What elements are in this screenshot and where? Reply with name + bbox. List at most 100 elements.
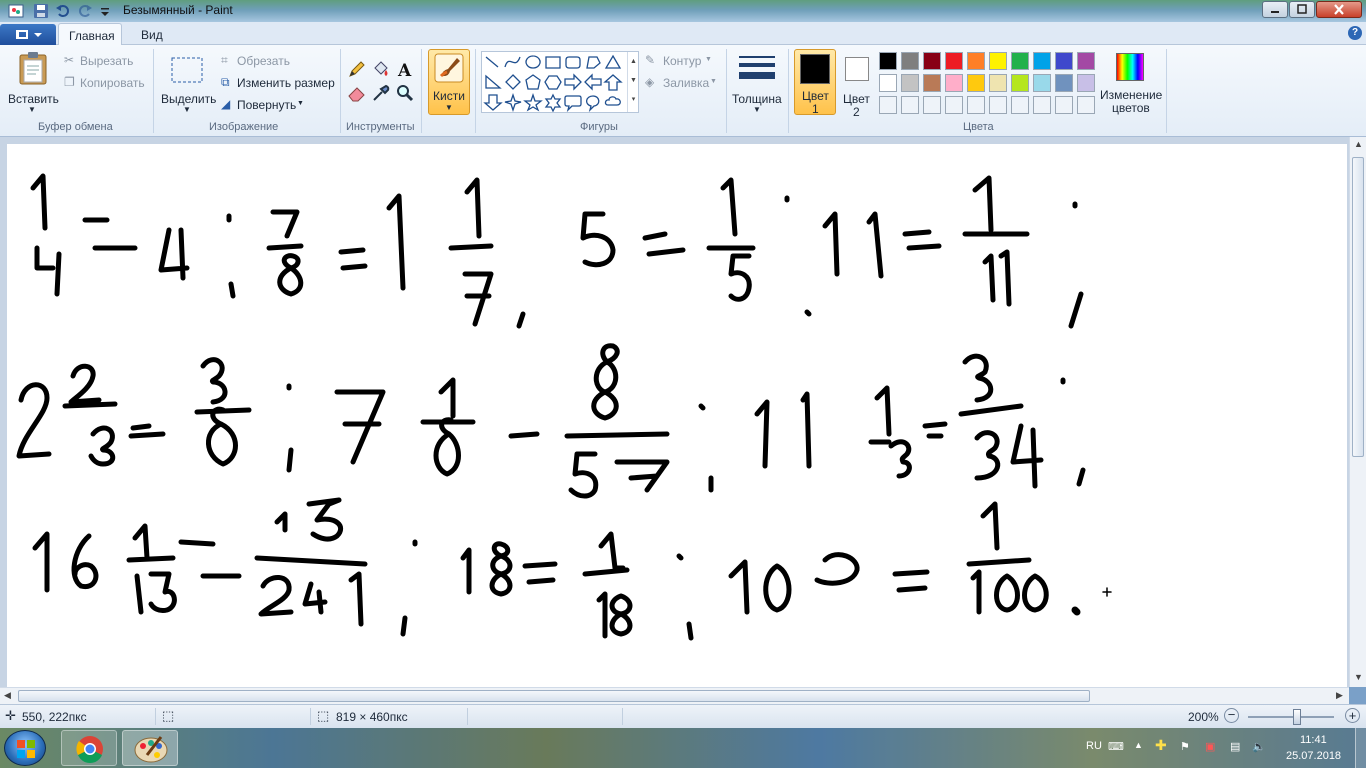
palette-swatch[interactable] bbox=[879, 52, 897, 70]
palette-swatch[interactable] bbox=[1011, 52, 1029, 70]
palette-swatch-empty[interactable] bbox=[901, 96, 919, 114]
palette-swatch[interactable] bbox=[879, 74, 897, 92]
oval-callout-shape-icon[interactable] bbox=[586, 95, 600, 113]
clock-date[interactable]: 25.07.2018 bbox=[1286, 750, 1341, 762]
action-center-flag-icon[interactable]: ⚑ bbox=[1180, 740, 1190, 753]
taskbar-paint[interactable] bbox=[122, 730, 178, 766]
vertical-scrollbar[interactable]: ▲ ▼ bbox=[1349, 137, 1366, 687]
triangle-shape-icon[interactable] bbox=[604, 54, 622, 69]
palette-swatch[interactable] bbox=[1033, 74, 1051, 92]
shapes-scroll[interactable]: ▲ ▼ ▾ bbox=[627, 52, 639, 112]
palette-swatch[interactable] bbox=[923, 74, 941, 92]
cut-button[interactable]: ✂ Вырезать bbox=[62, 53, 142, 71]
right-triangle-shape-icon[interactable] bbox=[485, 74, 502, 89]
zoom-slider-thumb[interactable] bbox=[1293, 709, 1301, 725]
palette-swatch[interactable] bbox=[1033, 52, 1051, 70]
palette-swatch-empty[interactable] bbox=[1011, 96, 1029, 114]
palette-swatch-empty[interactable] bbox=[967, 96, 985, 114]
vertical-scroll-thumb[interactable] bbox=[1352, 157, 1364, 457]
keyboard-icon[interactable]: ⌨ bbox=[1108, 740, 1124, 753]
file-menu-button[interactable] bbox=[0, 24, 56, 45]
rounded-rectangle-shape-icon[interactable] bbox=[565, 56, 581, 69]
horizontal-scrollbar[interactable]: ◀ ▶ bbox=[0, 687, 1349, 704]
palette-swatch-empty[interactable] bbox=[1055, 96, 1073, 114]
palette-swatch[interactable] bbox=[901, 52, 919, 70]
save-icon[interactable] bbox=[33, 3, 49, 19]
app-icon[interactable] bbox=[8, 3, 24, 19]
scroll-down-icon[interactable]: ▼ bbox=[1354, 672, 1363, 682]
zoom-out-icon[interactable]: − bbox=[1224, 708, 1239, 723]
maximize-button[interactable] bbox=[1289, 1, 1315, 18]
palette-swatch[interactable] bbox=[1055, 52, 1073, 70]
undo-icon[interactable] bbox=[55, 3, 71, 19]
five-point-star-shape-icon[interactable] bbox=[523, 92, 543, 112]
copy-button[interactable]: ❐ Копировать bbox=[62, 75, 148, 93]
pencil-tool[interactable] bbox=[347, 59, 367, 79]
down-arrow-shape-icon[interactable] bbox=[483, 94, 503, 111]
palette-swatch-empty[interactable] bbox=[923, 96, 941, 114]
rounded-callout-shape-icon[interactable] bbox=[564, 95, 582, 113]
palette-swatch[interactable] bbox=[967, 74, 985, 92]
color1-button[interactable]: Цвет 1 bbox=[794, 49, 836, 116]
left-arrow-shape-icon[interactable] bbox=[584, 73, 602, 91]
network-icon[interactable]: ▤ bbox=[1230, 740, 1240, 753]
up-arrow-shape-icon[interactable] bbox=[603, 74, 623, 91]
size-button[interactable]: Толщина ▼ bbox=[731, 49, 783, 115]
zoom-slider[interactable] bbox=[1248, 709, 1334, 725]
palette-swatch[interactable] bbox=[901, 74, 919, 92]
line-shape-icon[interactable] bbox=[485, 56, 499, 68]
help-icon[interactable]: ? bbox=[1348, 26, 1362, 40]
palette-swatch-empty[interactable] bbox=[1077, 96, 1095, 114]
close-button[interactable] bbox=[1316, 1, 1362, 18]
palette-swatch-empty[interactable] bbox=[1033, 96, 1051, 114]
scroll-left-icon[interactable]: ◀ bbox=[4, 690, 11, 701]
select-button[interactable]: Выделить ▼ bbox=[159, 49, 216, 115]
crop-button[interactable]: ⌗ Обрезать bbox=[219, 53, 299, 71]
edit-colors-button[interactable]: Изменение цветов bbox=[1100, 49, 1162, 115]
magnifier-tool[interactable] bbox=[395, 83, 415, 103]
resize-button[interactable]: ⧉ Изменить размер bbox=[219, 75, 335, 93]
text-tool[interactable]: A bbox=[395, 59, 415, 81]
color2-button[interactable]: Цвет 2 bbox=[838, 49, 876, 119]
quick-access-dropdown-icon[interactable] bbox=[97, 3, 113, 19]
drawing-canvas[interactable] bbox=[7, 144, 1347, 687]
tab-home[interactable]: Главная bbox=[58, 23, 122, 46]
scroll-up-icon[interactable]: ▲ bbox=[1354, 139, 1363, 149]
palette-swatch[interactable] bbox=[923, 52, 941, 70]
update-icon[interactable]: ✚ bbox=[1155, 737, 1167, 754]
palette-swatch[interactable] bbox=[1077, 74, 1095, 92]
fill-button[interactable]: ◈ Заливка ▼ bbox=[645, 75, 721, 93]
four-point-star-shape-icon[interactable] bbox=[504, 92, 522, 113]
palette-swatch[interactable] bbox=[1077, 52, 1095, 70]
shapes-gallery[interactable]: ▲ ▼ ▾ bbox=[481, 51, 639, 113]
horizontal-scroll-thumb[interactable] bbox=[18, 690, 1090, 702]
hexagon-shape-icon[interactable] bbox=[544, 75, 562, 90]
six-point-star-shape-icon[interactable] bbox=[544, 93, 562, 113]
palette-swatch-empty[interactable] bbox=[879, 96, 897, 114]
start-button[interactable] bbox=[4, 730, 46, 766]
diamond-shape-icon[interactable] bbox=[505, 74, 521, 90]
right-arrow-shape-icon[interactable] bbox=[564, 73, 582, 91]
brushes-button[interactable]: Кисти ▼ bbox=[428, 49, 470, 115]
oval-shape-icon[interactable] bbox=[525, 55, 541, 69]
color-picker-tool[interactable] bbox=[371, 83, 391, 103]
fill-tool[interactable] bbox=[371, 59, 391, 79]
tab-view[interactable]: Вид bbox=[131, 23, 173, 46]
palette-swatch[interactable] bbox=[945, 74, 963, 92]
battery-icon[interactable]: ▣ bbox=[1205, 740, 1215, 753]
show-desktop-button[interactable] bbox=[1355, 728, 1366, 768]
pentagon-shape-icon[interactable] bbox=[525, 74, 541, 90]
palette-swatch[interactable] bbox=[989, 74, 1007, 92]
palette-swatch-empty[interactable] bbox=[989, 96, 1007, 114]
palette-swatch[interactable] bbox=[1055, 74, 1073, 92]
show-hidden-icons[interactable]: ▲ bbox=[1134, 740, 1143, 750]
volume-icon[interactable]: 🔈 bbox=[1252, 740, 1266, 753]
paste-button[interactable]: Вставить ▼ bbox=[6, 49, 59, 115]
taskbar-chrome[interactable] bbox=[61, 730, 117, 766]
rotate-button[interactable]: ◢ Повернуть ▼ bbox=[219, 97, 309, 115]
palette-swatch[interactable] bbox=[967, 52, 985, 70]
curve-shape-icon[interactable] bbox=[504, 56, 521, 68]
outline-button[interactable]: ✎ Контур ▼ bbox=[645, 53, 717, 71]
eraser-tool[interactable] bbox=[347, 83, 367, 103]
minimize-button[interactable] bbox=[1262, 1, 1288, 18]
